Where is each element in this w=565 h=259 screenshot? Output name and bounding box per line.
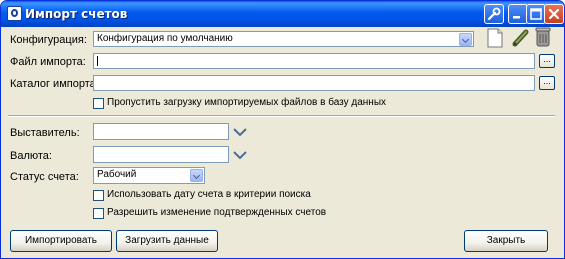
- text-cursor: [97, 56, 98, 66]
- app-icon: [7, 6, 22, 21]
- config-label: Конфигурация:: [10, 34, 87, 46]
- issuer-label: Выставитель:: [10, 127, 80, 139]
- chevron-down-icon[interactable]: [232, 127, 248, 137]
- currency-input[interactable]: [93, 146, 229, 163]
- chevron-down-icon[interactable]: [190, 169, 203, 182]
- import-dir-label: Каталог импорта:: [10, 78, 99, 90]
- minimize-button[interactable]: [508, 4, 528, 24]
- chevron-down-icon[interactable]: [232, 150, 248, 160]
- import-file-input[interactable]: [93, 53, 535, 69]
- trash-icon[interactable]: [534, 26, 552, 48]
- import-button[interactable]: Импортировать: [10, 230, 112, 252]
- minimize-icon: [513, 16, 520, 19]
- close-button[interactable]: Закрыть: [464, 230, 548, 252]
- new-document-icon[interactable]: [487, 28, 503, 48]
- maximize-icon: [530, 8, 542, 20]
- issuer-input[interactable]: [93, 123, 229, 140]
- status-select[interactable]: Рабочий: [93, 167, 205, 184]
- status-label: Статус счета:: [10, 171, 79, 183]
- skip-loaded-checkbox[interactable]: [93, 98, 104, 109]
- maximize-button[interactable]: [526, 4, 546, 24]
- load-data-button[interactable]: Загрузить данные: [116, 230, 218, 252]
- skip-loaded-label[interactable]: Пропустить загрузку импортируемых файлов…: [107, 97, 386, 108]
- chevron-down-icon[interactable]: [459, 33, 472, 46]
- use-date-label[interactable]: Использовать дату счета в критерии поиск…: [107, 189, 311, 200]
- import-dir-input[interactable]: [93, 75, 535, 91]
- import-file-label: Файл импорта:: [10, 56, 86, 68]
- close-window-button[interactable]: [544, 4, 564, 24]
- title-bar[interactable]: Импорт счетов: [1, 1, 564, 27]
- close-icon: [548, 8, 560, 20]
- tools-icon: [487, 7, 501, 21]
- tools-button[interactable]: [484, 4, 504, 24]
- window-title: Импорт счетов: [25, 7, 128, 21]
- edit-pen-icon[interactable]: [511, 28, 531, 48]
- allow-change-label[interactable]: Разрешить изменение подтвержденных счето…: [107, 207, 326, 218]
- section-divider: [8, 115, 555, 117]
- allow-change-checkbox[interactable]: [93, 208, 104, 219]
- currency-label: Валюта:: [10, 150, 52, 162]
- import-invoices-window: Импорт счетов Конфигурация: Конфигурация…: [0, 0, 565, 259]
- browse-file-button[interactable]: ...: [539, 54, 555, 68]
- use-date-checkbox[interactable]: [93, 190, 104, 201]
- browse-dir-button[interactable]: ...: [539, 76, 555, 90]
- config-select[interactable]: Конфигурация по умолчанию: [93, 31, 474, 47]
